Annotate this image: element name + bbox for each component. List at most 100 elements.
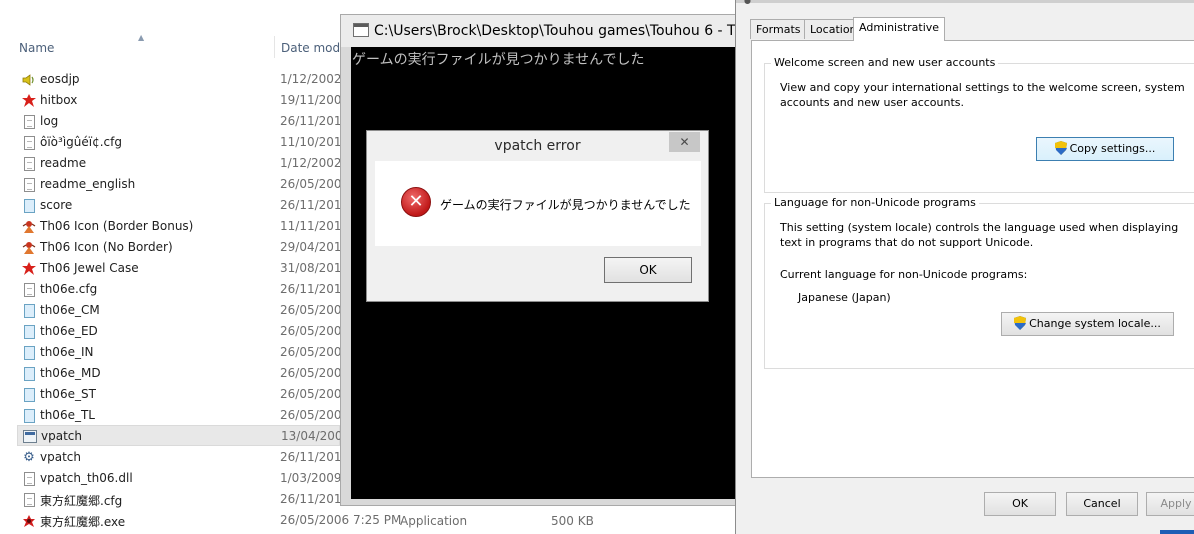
file-name: vpatch [40, 450, 81, 464]
file-name: Th06 Jewel Case [40, 261, 139, 275]
game-exe-icon [21, 513, 37, 528]
console-title: C:\Users\Brock\Desktop\Touhou games\Touh… [374, 23, 736, 39]
welcome-description-line1: View and copy your international setting… [780, 81, 1185, 94]
file-row[interactable]: th06e_ED 26/05/2006 [17, 321, 349, 342]
file-row[interactable]: 東方紅魔郷.cfg 26/11/2015 [17, 489, 349, 510]
text-file-icon [21, 156, 37, 171]
non-unicode-description-line2: text in programs that do not support Uni… [780, 236, 1034, 249]
file-row[interactable]: th06e_ST 26/05/2006 [17, 384, 349, 405]
file-row[interactable]: Th06 Icon (No Border) 29/04/2011 [17, 237, 349, 258]
file-name: readme_english [40, 177, 136, 191]
region-titlebar[interactable] [736, 0, 1194, 3]
file-row[interactable]: th06e.cfg 26/11/2015 [17, 279, 349, 300]
region-cancel-button[interactable]: Cancel [1066, 492, 1138, 516]
region-dialog: ● Formats Location Administrative Welcom… [735, 0, 1194, 534]
file-row[interactable]: Th06 Jewel Case 31/08/2015 [17, 258, 349, 279]
file-date-modified: 31/08/2015 [280, 261, 350, 275]
file-row[interactable]: hitbox 19/11/2009 [17, 90, 349, 111]
file-row[interactable]: vpatch_th06.dll 1/03/2009 3 [17, 468, 353, 489]
group-legend: Language for non-Unicode programs [771, 196, 979, 209]
file-type-cell: Application [400, 514, 468, 528]
file-date-modified: 11/10/2014 [280, 135, 350, 149]
console-output-text: ゲームの実行ファイルが見つかりませんでした [352, 52, 645, 68]
file-row[interactable]: readme_english 26/05/2006 [17, 174, 349, 195]
file-row[interactable]: th06e_CM 26/05/2006 [17, 300, 349, 321]
change-system-locale-button[interactable]: Change system locale... [1001, 312, 1174, 336]
uac-shield-icon [1054, 141, 1067, 155]
file-row[interactable]: Th06 Icon (Border Bonus) 11/11/2013 [17, 216, 349, 237]
file-date-modified: 11/11/2013 [280, 219, 350, 233]
welcome-screen-group: Welcome screen and new user accounts Vie… [764, 56, 1194, 193]
taskbar-edge [1160, 530, 1194, 534]
character-image-icon [21, 219, 37, 234]
file-icon [21, 471, 37, 486]
file-date-modified: 26/11/2015 [280, 114, 350, 128]
data-file-icon [21, 387, 37, 402]
dialog-content: ✕ ゲームの実行ファイルが見つかりませんでした [375, 161, 701, 246]
tab-administrative[interactable]: Administrative [853, 17, 946, 41]
file-row[interactable]: log 26/11/2015 [17, 111, 349, 132]
file-row[interactable]: readme 1/12/2002 1 [17, 153, 353, 174]
file-name: vpatch [41, 429, 82, 443]
region-ok-button[interactable]: OK [984, 492, 1056, 516]
file-name: th06e_ED [40, 324, 98, 338]
application-icon [22, 429, 38, 444]
file-row[interactable]: ⚙ vpatch 26/11/2015 [17, 447, 349, 468]
current-language-value: Japanese (Japan) [798, 291, 891, 304]
non-unicode-language-group: Language for non-Unicode programs This s… [764, 196, 1194, 369]
error-icon: ✕ [401, 187, 431, 217]
ok-button[interactable]: OK [604, 257, 692, 283]
data-file-icon [21, 366, 37, 381]
hitbox-image-icon [21, 261, 37, 276]
file-row[interactable]: th06e_MD 26/05/2006 [17, 363, 349, 384]
file-name: 東方紅魔郷.exe [40, 515, 126, 529]
file-row[interactable]: vpatch 13/04/2008 [17, 425, 350, 446]
file-name: eosdjp [40, 72, 80, 86]
file-row[interactable]: eosdjp 1/12/2002 1 [17, 69, 353, 90]
file-icon [21, 492, 37, 507]
column-header-name[interactable]: Name [19, 36, 274, 58]
file-icon [21, 135, 37, 150]
close-icon[interactable]: ✕ [669, 132, 700, 152]
file-name: ôïò³ìgûéï¢.cfg [40, 135, 122, 149]
window-control-icon: ● [744, 0, 751, 5]
file-row[interactable]: 東方紅魔郷.exe 26/05/2006 7:25 PM [17, 510, 401, 531]
dialog-title: vpatch error [494, 138, 581, 154]
file-name: th06e_TL [40, 408, 95, 422]
console-titlebar[interactable]: C:\Users\Brock\Desktop\Touhou games\Touh… [341, 15, 739, 47]
file-date-modified: 26/11/2015 [280, 450, 350, 464]
console-window-icon [353, 23, 369, 37]
file-row[interactable]: score 26/11/2015 [17, 195, 349, 216]
tab-formats[interactable]: Formats [750, 19, 807, 39]
group-legend: Welcome screen and new user accounts [771, 56, 999, 69]
copy-settings-button[interactable]: Copy settings... [1036, 137, 1174, 161]
settings-file-icon: ⚙ [23, 449, 35, 465]
region-apply-button[interactable]: Apply [1146, 492, 1194, 516]
vpatch-error-dialog: vpatch error ✕ ✕ ゲームの実行ファイルが見つかりませんでした O… [366, 130, 709, 302]
data-file-icon [21, 324, 37, 339]
file-row[interactable]: th06e_TL 26/05/2006 [17, 405, 349, 426]
file-date-modified: 26/05/2006 [280, 345, 350, 359]
file-name: th06e_MD [40, 366, 101, 380]
file-name: th06e_ST [40, 387, 96, 401]
file-name: readme [40, 156, 87, 170]
file-date-modified: 26/11/2015 [280, 198, 350, 212]
file-name: 東方紅魔郷.cfg [40, 494, 123, 508]
file-icon [21, 282, 37, 297]
file-name: log [40, 114, 59, 128]
file-size-cell: 500 KB [551, 514, 594, 528]
welcome-description-line2: accounts and new user accounts. [780, 96, 965, 109]
file-row[interactable]: ôïò³ìgûéï¢.cfg 11/10/2014 [17, 132, 349, 153]
text-file-icon [21, 177, 37, 192]
file-name: th06e_CM [40, 303, 100, 317]
file-name: th06e_IN [40, 345, 94, 359]
character-image-icon [21, 240, 37, 255]
file-row[interactable]: th06e_IN 26/05/2006 [17, 342, 349, 363]
file-name: Th06 Icon (Border Bonus) [40, 219, 194, 233]
data-file-icon [21, 303, 37, 318]
file-date-modified: 26/05/2006 [280, 303, 350, 317]
file-date-modified: 26/05/2006 [280, 387, 350, 401]
administrative-tab-page: Welcome screen and new user accounts Vie… [751, 40, 1194, 478]
file-date-modified: 26/05/2006 7:25 PM [280, 513, 402, 527]
data-file-icon [21, 408, 37, 423]
